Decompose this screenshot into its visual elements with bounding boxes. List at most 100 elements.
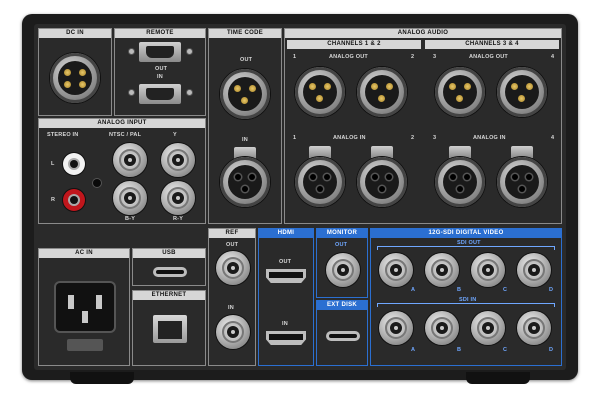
sdi-in-label: SDI IN [457,297,479,303]
analog-out-1-connector[interactable] [295,67,345,117]
ref-in-bnc[interactable] [216,315,250,349]
channels-3-4-header: CHANNELS 3 & 4 [425,40,559,49]
hdmi-in-label: IN [282,321,288,327]
monitor-header: MONITOR [317,229,367,238]
time-code-in-connector[interactable] [220,157,270,207]
channel-2-label: 2 [411,54,415,60]
channel-1-label: 1 [293,135,297,141]
hdmi-out-port[interactable] [266,269,306,283]
sdi-in-d-label: D [549,347,554,353]
ethernet-header: ETHERNET [133,291,205,300]
analog-out-2-connector[interactable] [357,67,407,117]
ac-in-section: AC IN [38,248,130,366]
ref-header: REF [209,229,255,238]
hdmi-out-label: OUT [279,259,292,265]
ref-in-label: IN [228,305,234,311]
time-code-out-label: OUT [240,57,253,63]
ext-disk-usb-c-port[interactable] [326,331,360,341]
ext-disk-section: EXT DISK [316,300,368,366]
sdi-out-c-bnc[interactable] [471,253,505,287]
ethernet-section: ETHERNET [132,290,206,366]
ac-in-header: AC IN [39,249,129,258]
ac-power-inlet[interactable] [56,283,114,331]
hdmi-section: HDMI OUT IN [258,228,314,366]
analog-audio-section: ANALOG AUDIO CHANNELS 1 & 2 CHANNELS 3 &… [284,28,562,224]
sdi-in-d-bnc[interactable] [517,311,551,345]
sdi-out-d-bnc[interactable] [517,253,551,287]
channels-1-2-header: CHANNELS 1 & 2 [287,40,421,49]
usb-header: USB [133,249,205,258]
analog-input-section: ANALOG INPUT STEREO IN NTSC / PAL Y L R … [38,118,206,224]
sdi-in-a-bnc[interactable] [379,311,413,345]
rca-right-input[interactable] [63,189,85,211]
ref-out-bnc[interactable] [216,251,250,285]
remote-header: REMOTE [115,29,205,38]
analog-out-3-connector[interactable] [435,67,485,117]
channel-3-label: 3 [433,135,437,141]
b-y-label: B-Y [125,216,136,222]
analog-out-4-connector[interactable] [497,67,547,117]
dc-in-header: DC IN [39,29,111,38]
analog-input-header: ANALOG INPUT [39,119,205,128]
sdi-out-d-label: D [549,287,554,293]
remote-out-port[interactable] [139,42,181,62]
r-y-label: R-Y [173,216,184,222]
ethernet-port[interactable] [153,315,187,343]
left-label: L [51,161,55,167]
usb-c-port[interactable] [153,267,187,277]
sdi-out-b-label: B [457,287,462,293]
fuse-holder [67,339,103,351]
time-code-header: TIME CODE [209,29,281,38]
y-bnc-input[interactable] [161,143,195,177]
sdi-in-b-label: B [457,347,462,353]
sdi-out-label: SDI OUT [455,240,483,246]
analog-in-3-connector[interactable] [435,157,485,207]
monitor-section: MONITOR OUT [316,228,368,298]
analog-in-1-connector[interactable] [295,157,345,207]
remote-in-port[interactable] [139,84,181,104]
sdi-out-a-bnc[interactable] [379,253,413,287]
hdmi-in-port[interactable] [266,331,306,345]
device-foot [70,372,134,384]
analog-in-2-connector[interactable] [357,157,407,207]
channel-1-label: 1 [293,54,297,60]
b-y-bnc-input[interactable] [113,181,147,215]
rear-panel: DC IN REMOTE OUT IN TIME CODE OUT IN ANA… [34,24,566,370]
ref-out-label: OUT [226,242,239,248]
usb-section: USB [132,248,206,286]
ref-section: REF OUT IN [208,228,256,366]
sdi-out-a-label: A [411,287,416,293]
analog-audio-header: ANALOG AUDIO [285,29,561,38]
ntsc-pal-label: NTSC / PAL [109,132,142,138]
channel-4-label: 4 [551,135,555,141]
remote-section: REMOTE OUT IN [114,28,206,116]
remote-in-label: IN [157,74,163,80]
y-label: Y [173,132,177,138]
dc-in-section: DC IN [38,28,112,116]
mounting-hole [93,179,101,187]
time-code-out-connector[interactable] [220,69,270,119]
r-y-bnc-input[interactable] [161,181,195,215]
stereo-in-label: STEREO IN [47,132,79,138]
sdi-out-b-bnc[interactable] [425,253,459,287]
channel-3-label: 3 [433,54,437,60]
analog-in-4-connector[interactable] [497,157,547,207]
composite-bnc-input[interactable] [113,143,147,177]
analog-out-label: ANALOG OUT [469,54,508,60]
time-code-section: TIME CODE OUT IN [208,28,282,224]
device-foot [466,372,530,384]
remote-out-label: OUT [155,66,168,72]
dc-in-connector[interactable] [50,53,100,103]
sdi-out-c-label: C [503,287,508,293]
sdi-in-a-label: A [411,347,416,353]
ext-disk-header: EXT DISK [317,301,367,310]
sdi-section: 12G-SDI DIGITAL VIDEO SDI OUT A B C D SD… [370,228,562,366]
sdi-in-b-bnc[interactable] [425,311,459,345]
analog-in-label: ANALOG IN [333,135,366,141]
channel-4-label: 4 [551,54,555,60]
sdi-in-c-bnc[interactable] [471,311,505,345]
hdmi-header: HDMI [259,229,313,238]
rca-left-input[interactable] [63,153,85,175]
monitor-out-bnc[interactable] [326,253,360,287]
analog-in-label: ANALOG IN [473,135,506,141]
